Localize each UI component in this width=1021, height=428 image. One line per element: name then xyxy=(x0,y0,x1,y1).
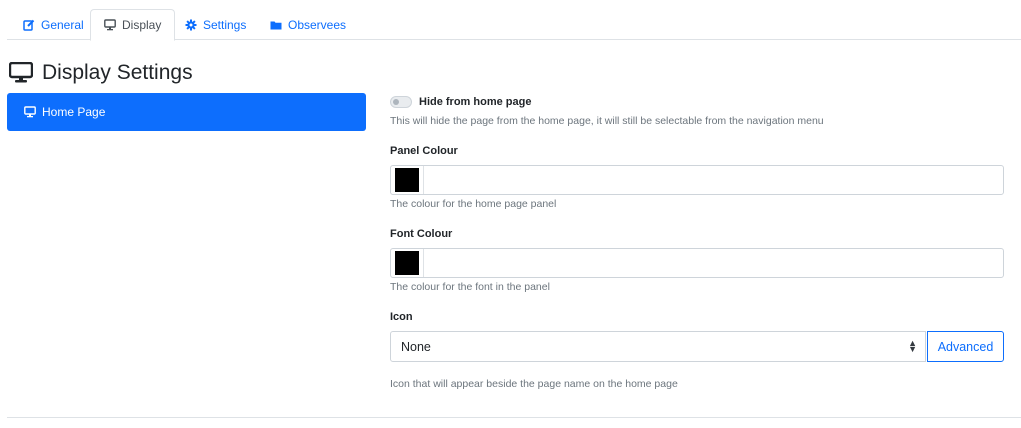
hide-from-home-label: Hide from home page xyxy=(419,96,532,108)
hide-from-home-help: This will hide the page from the home pa… xyxy=(390,115,824,127)
toggle-knob xyxy=(393,99,399,105)
edit-icon xyxy=(23,19,35,31)
tab-bar: General Display Settings Observees xyxy=(7,9,1021,41)
sidebar-item-label: Home Page xyxy=(42,105,106,119)
panel-colour-field[interactable] xyxy=(390,165,1004,195)
tab-label: Observees xyxy=(288,17,347,32)
icon-select[interactable]: None ▲ ▼ xyxy=(390,331,926,362)
select-caret-icon: ▲ ▼ xyxy=(908,338,917,354)
tab-observees[interactable]: Observees xyxy=(257,9,359,40)
panel-colour-label: Panel Colour xyxy=(390,145,458,157)
icon-label: Icon xyxy=(390,311,413,323)
tab-general[interactable]: General xyxy=(10,9,97,40)
monitor-icon xyxy=(9,62,33,83)
divider xyxy=(423,249,424,277)
sidebar-item-home-page[interactable]: Home Page xyxy=(7,93,366,131)
tab-label: Settings xyxy=(203,17,247,32)
page-title-text: Display Settings xyxy=(42,61,193,84)
font-colour-swatch[interactable] xyxy=(395,251,419,275)
font-colour-label: Font Colour xyxy=(390,228,453,240)
font-colour-field[interactable] xyxy=(390,248,1004,278)
tab-label: Display xyxy=(122,18,162,32)
tab-settings[interactable]: Settings xyxy=(172,9,259,40)
tab-label: General xyxy=(41,17,84,32)
panel-colour-swatch[interactable] xyxy=(395,168,419,192)
icon-help: Icon that will appear beside the page na… xyxy=(390,378,678,390)
divider xyxy=(7,417,1021,418)
tab-display[interactable]: Display xyxy=(90,9,176,41)
icon-select-value: None xyxy=(401,339,431,354)
page-title: Display Settings xyxy=(9,61,193,85)
gear-icon xyxy=(185,19,197,30)
font-colour-help: The colour for the font in the panel xyxy=(390,281,550,293)
monitor-icon xyxy=(104,19,116,31)
divider xyxy=(423,166,424,194)
hide-from-home-toggle[interactable] xyxy=(390,96,412,108)
advanced-button[interactable]: Advanced xyxy=(927,331,1004,362)
folder-icon xyxy=(270,21,282,29)
monitor-icon xyxy=(24,106,36,118)
panel-colour-help: The colour for the home page panel xyxy=(390,198,557,210)
